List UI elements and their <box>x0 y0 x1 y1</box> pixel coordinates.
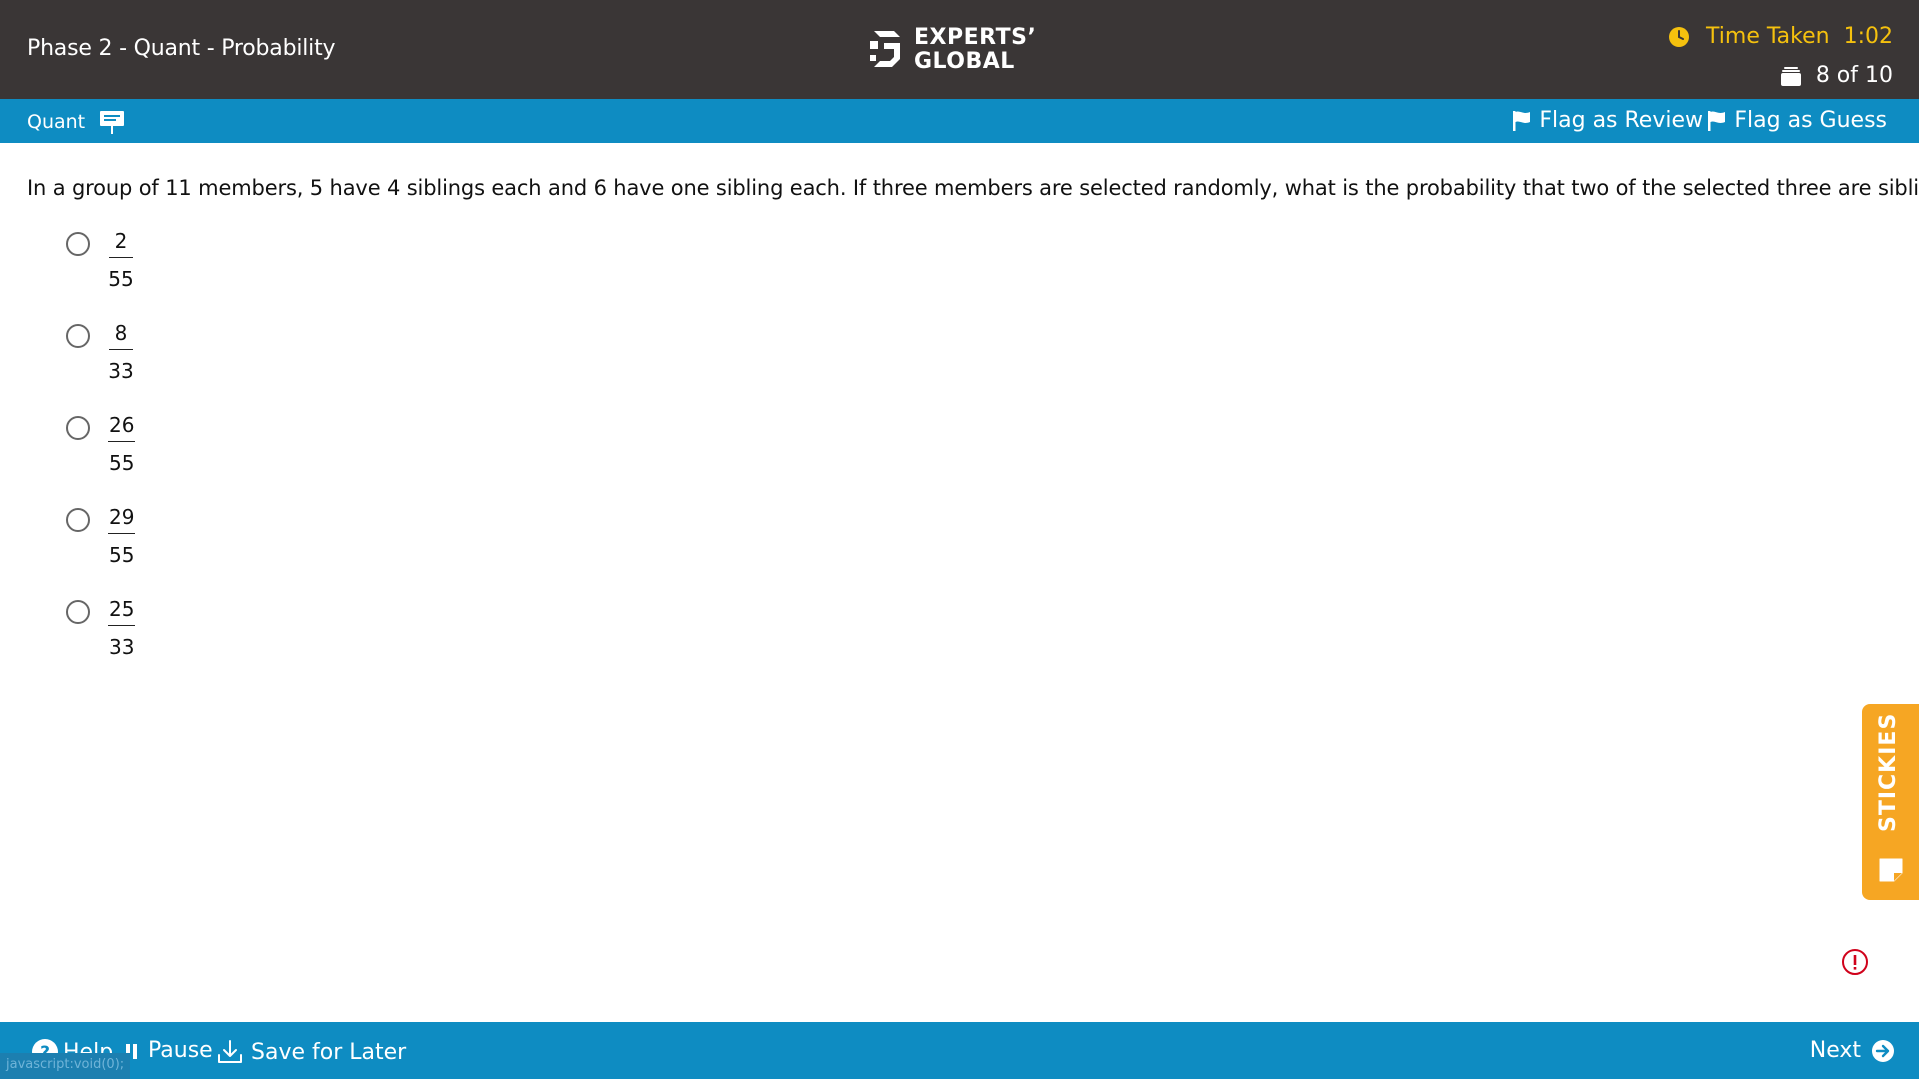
numerator: 26 <box>108 412 136 442</box>
next-button[interactable]: Next <box>1810 1038 1895 1063</box>
answer-option-e[interactable]: 25 33 <box>66 596 136 688</box>
clock-icon <box>1669 26 1690 47</box>
flag-review-label: Flag as Review <box>1539 108 1703 133</box>
numerator: 2 <box>109 228 133 258</box>
stickies-label: STICKIES <box>1876 712 1901 832</box>
question-progress: 8 of 10 <box>1780 63 1893 88</box>
flag-as-review-button[interactable]: Flag as Review <box>1512 108 1703 133</box>
answer-option-a[interactable]: 2 55 <box>66 228 135 320</box>
radio-button[interactable] <box>66 324 90 348</box>
logo-line-1: EXPERTS’ <box>914 25 1037 50</box>
flag-as-guess-button[interactable]: Flag as Guess <box>1707 108 1887 133</box>
fraction: 2 55 <box>108 228 134 292</box>
denominator: 55 <box>109 451 135 475</box>
test-title: Phase 2 - Quant - Probability <box>27 36 336 61</box>
stack-icon <box>1780 66 1801 86</box>
time-taken: Time Taken 1:02 <box>1668 24 1893 49</box>
top-header: Phase 2 - Quant - Probability EXPERTS’ G… <box>0 0 1919 99</box>
arrow-right-icon <box>1872 1039 1894 1062</box>
logo-wordmark: EXPERTS’ GLOBAL <box>914 26 1036 74</box>
denominator: 55 <box>109 543 135 567</box>
experts-global-logo: EXPERTS’ GLOBAL <box>866 26 1036 74</box>
radio-button[interactable] <box>66 600 90 624</box>
flag-icon <box>1708 110 1726 131</box>
fraction: 25 33 <box>108 596 136 660</box>
save-label: Save for Later <box>251 1039 407 1065</box>
fraction: 26 55 <box>108 412 136 476</box>
logo-line-2: GLOBAL <box>914 49 1015 74</box>
fraction: 29 55 <box>108 504 136 568</box>
denominator: 33 <box>108 359 134 383</box>
save-for-later-button[interactable]: Save for Later <box>216 1038 406 1066</box>
numerator: 8 <box>109 320 133 350</box>
answer-option-c[interactable]: 26 55 <box>66 412 136 504</box>
section-indicator: Quant <box>27 109 125 135</box>
answer-option-d[interactable]: 29 55 <box>66 504 136 596</box>
fraction: 8 33 <box>108 320 134 384</box>
download-icon <box>218 1040 242 1063</box>
alert-icon[interactable] <box>1841 948 1869 976</box>
denominator: 33 <box>109 635 135 659</box>
whiteboard-icon[interactable] <box>99 109 125 135</box>
progress-text: 8 of 10 <box>1815 63 1893 88</box>
denominator: 55 <box>108 267 134 291</box>
radio-button[interactable] <box>66 416 90 440</box>
time-value: 1:02 <box>1843 24 1893 49</box>
next-label: Next <box>1809 1038 1861 1063</box>
logo-mark-icon <box>870 31 900 67</box>
answer-options: 2 55 8 33 26 55 29 55 25 33 <box>66 228 136 688</box>
flag-guess-label: Flag as Guess <box>1734 108 1887 133</box>
pause-label: Pause <box>148 1038 213 1063</box>
numerator: 25 <box>108 596 136 626</box>
stickies-tab[interactable]: STICKIES <box>1862 704 1919 900</box>
flag-icon <box>1513 110 1531 131</box>
sticky-note-icon <box>1879 858 1903 882</box>
status-bar-url: javascript:void(0); <box>0 1053 131 1079</box>
pause-button[interactable]: Pause <box>124 1038 213 1063</box>
section-label: Quant <box>27 111 86 133</box>
radio-button[interactable] <box>66 232 90 256</box>
radio-button[interactable] <box>66 508 90 532</box>
section-bar: Quant Flag as Review Flag as Guess <box>0 99 1919 143</box>
time-label: Time Taken <box>1706 24 1830 49</box>
bottom-toolbar: ? Help Pause Save for Later Next <box>0 1022 1919 1079</box>
question-text: In a group of 11 members, 5 have 4 sibli… <box>27 176 1919 200</box>
answer-option-b[interactable]: 8 33 <box>66 320 135 412</box>
numerator: 29 <box>108 504 136 534</box>
